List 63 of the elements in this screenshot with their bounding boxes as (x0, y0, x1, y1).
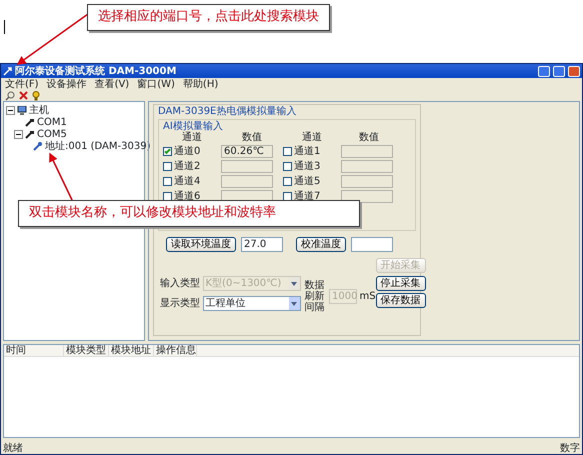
expand-toggle[interactable] (14, 130, 23, 138)
column-header: 时间 (4, 345, 64, 356)
read-ambient-button[interactable]: 读取环境温度 (166, 237, 236, 252)
field-label: 数据刷新间隔 (304, 280, 326, 312)
app-icon (3, 66, 12, 76)
unit-label: mS (360, 290, 376, 302)
channel-checkbox[interactable]: 通道3 (283, 161, 320, 172)
menu-item[interactable]: 帮助(H) (182, 78, 218, 90)
calibration-field[interactable] (351, 237, 393, 252)
calibrate-button[interactable]: 校准温度 (296, 237, 346, 252)
column-header: 模块类型 (64, 345, 109, 356)
value-field (221, 175, 273, 188)
value-field (341, 190, 393, 203)
ambient-field[interactable]: 27.0 (241, 237, 283, 252)
annotation-callout: 选择相应的端口号，点击此处搜索模块 (87, 4, 330, 31)
channel-checkbox[interactable]: 通道5 (283, 176, 320, 187)
maximize-button[interactable] (553, 66, 565, 76)
column-header: 数值 (358, 132, 380, 143)
column-header: 操作信息 (154, 345, 197, 356)
window-title: 阿尔泰设备测试系统 DAM-3000M (15, 66, 176, 76)
value-field (341, 160, 393, 173)
column-header: 模块地址 (109, 345, 154, 356)
minimize-button[interactable] (538, 66, 550, 76)
search-icon[interactable] (5, 90, 15, 100)
value-field (341, 145, 393, 158)
tree-item[interactable]: COM5 (37, 128, 67, 140)
status-text: 数字 (560, 442, 580, 454)
annotation-callout: 双击模块名称，可以修改模块地址和波特率 (18, 200, 360, 227)
pointer-arrow (16, 13, 88, 65)
field-label: 显示类型 (160, 298, 200, 309)
expand-toggle[interactable] (6, 106, 15, 114)
channel-checkbox[interactable]: 通道1 (283, 146, 320, 157)
value-field: 60.26℃ (221, 145, 273, 158)
menu-item[interactable]: 文件(F) (5, 78, 39, 90)
group-title: AI模拟量输入 (163, 121, 224, 132)
menu-item[interactable]: 窗口(W) (137, 78, 175, 90)
lightbulb-icon[interactable] (32, 90, 40, 100)
menu-item[interactable]: 设备操作 (46, 78, 87, 90)
value-field (341, 175, 393, 188)
close-button[interactable] (568, 66, 580, 76)
computer-icon (17, 106, 27, 114)
channel-checkbox[interactable]: 通道2 (163, 161, 200, 172)
channel-checkbox[interactable]: 通道4 (163, 176, 200, 187)
group-title: DAM-3039E热电偶模拟量输入 (158, 106, 298, 117)
pointer-arrow (49, 152, 73, 200)
action-button[interactable]: 保存数据 (376, 293, 426, 308)
status-text: 就绪 (3, 442, 23, 454)
channel-checkbox[interactable]: 通道0 (163, 146, 200, 157)
action-button[interactable]: 停止采集 (376, 276, 426, 290)
menu-item[interactable]: 查看(V) (94, 78, 130, 90)
plug-icon (25, 118, 35, 126)
column-header: 通道 (301, 132, 323, 143)
delete-icon[interactable] (19, 91, 28, 100)
text-cursor-icon (4, 20, 5, 34)
column-header: 数值 (241, 132, 263, 143)
field-label: 输入类型 (160, 278, 200, 289)
tree-item[interactable]: 主机 (29, 104, 49, 116)
value-field (221, 160, 273, 173)
tree-item[interactable]: COM1 (37, 116, 67, 128)
plug-icon (25, 130, 35, 138)
column-header: 通道 (181, 132, 203, 143)
module-icon (33, 142, 43, 150)
dropdown[interactable]: 工程单位 (202, 296, 300, 311)
